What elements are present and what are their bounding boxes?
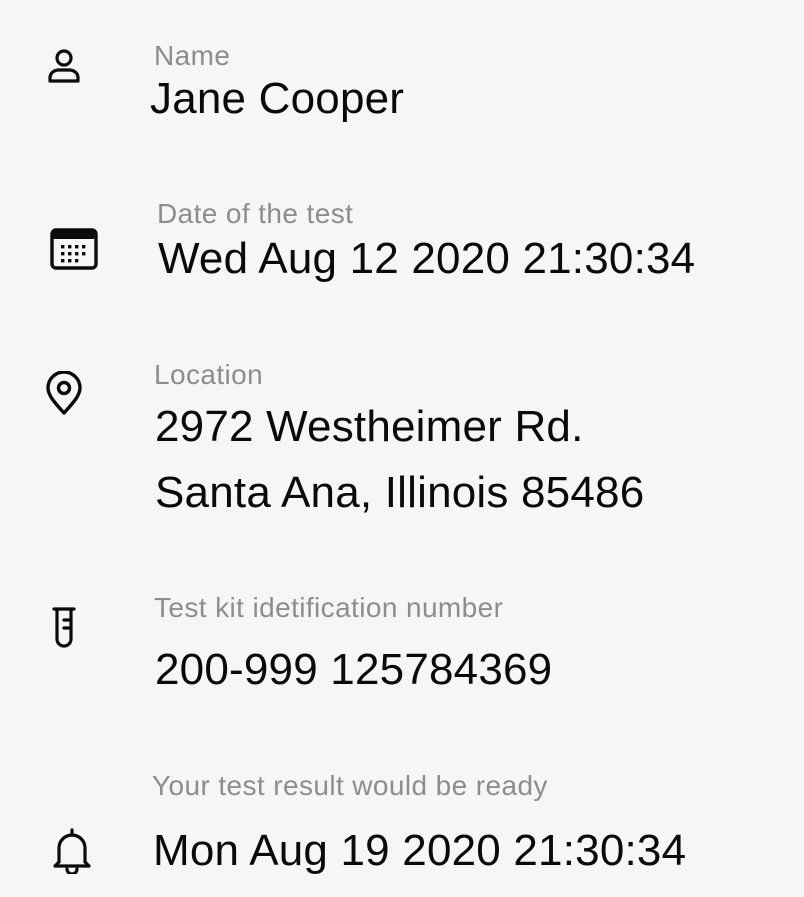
person-icon [40,42,88,90]
location-street: 2972 Westheimer Rd. [155,402,584,451]
test-date-label: Date of the test [157,198,354,229]
location-value: 2972 Westheimer Rd. Santa Ana, Illinois … [155,394,644,526]
location-city: Santa Ana, Illinois 85486 [155,468,645,517]
location-label: Location [154,359,264,390]
bell-icon [48,826,96,874]
name-label: Name [154,40,231,71]
test-kit-label: Test kit idetification number [154,592,504,623]
test-date-value: Wed Aug 12 2020 21:30:34 [158,234,696,283]
location-pin-icon [40,370,88,418]
result-ready-value: Mon Aug 19 2020 21:30:34 [153,826,687,875]
test-tube-icon [40,604,88,652]
calendar-icon [50,225,98,273]
test-kit-value: 200-999 125784369 [155,645,553,694]
name-value: Jane Cooper [150,74,405,123]
result-ready-label: Your test result would be ready [152,770,548,801]
